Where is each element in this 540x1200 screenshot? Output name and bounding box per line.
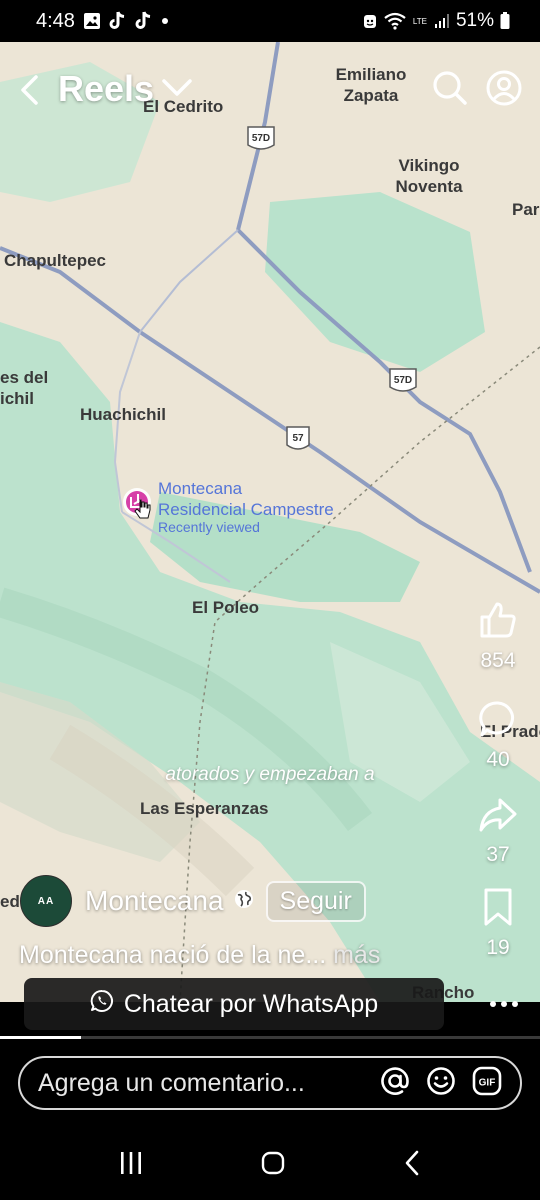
whatsapp-chat-button[interactable]: Chatear por WhatsApp: [24, 978, 444, 1030]
comment-placeholder: Agrega un comentario...: [38, 1068, 305, 1097]
map-label: Las Esperanzas: [140, 799, 269, 818]
reels-header: Reels: [0, 68, 540, 118]
back-nav-icon[interactable]: [402, 1150, 422, 1181]
side-actions: 854 40 37 19: [468, 600, 528, 960]
tiktok-icon: [109, 11, 127, 31]
author-name[interactable]: Montecana: [85, 885, 224, 917]
comment-count: 40: [486, 748, 510, 771]
highway-shield-57: 57: [286, 426, 310, 450]
battery-level: 51%: [455, 10, 494, 31]
map-label: El Poleo: [192, 598, 260, 617]
status-bar: 4:48 LTE 51%: [0, 0, 540, 42]
bookmark-icon: [482, 887, 514, 932]
reels-title[interactable]: Reels: [58, 68, 154, 110]
share-button[interactable]: 37: [468, 796, 528, 867]
network-label: LTE: [412, 16, 427, 26]
place-name: Montecana Residencial Campestre: [158, 479, 334, 519]
status-time: 4:48: [36, 9, 75, 32]
highway-shield-57d: 57D: [247, 126, 275, 150]
map-label: Huachichil: [80, 405, 166, 424]
reel-description[interactable]: Montecana nació de la ne... más: [19, 941, 380, 970]
thumbs-up-icon: [478, 600, 518, 645]
shield-label: 57D: [394, 375, 412, 386]
comment-input[interactable]: Agrega un comentario... GIF: [18, 1056, 522, 1110]
more-options-icon[interactable]: [489, 996, 519, 1014]
map-label: Chapultepec: [4, 251, 107, 270]
back-arrow-icon[interactable]: [18, 74, 40, 111]
map-label: Par: [512, 200, 540, 219]
whatsapp-icon: [90, 989, 114, 1020]
gif-icon[interactable]: GIF: [472, 1066, 502, 1101]
comment-button[interactable]: 40: [468, 699, 528, 772]
like-button[interactable]: 854: [468, 600, 528, 673]
emoji-icon[interactable]: [426, 1066, 456, 1101]
like-count: 854: [480, 649, 516, 672]
save-button[interactable]: 19: [468, 887, 528, 960]
signal-icon: [434, 13, 450, 29]
shield-label: 57: [292, 433, 304, 444]
mention-icon[interactable]: [380, 1066, 410, 1101]
avatar-text: AA: [37, 895, 55, 907]
chevron-down-icon[interactable]: [160, 76, 194, 103]
home-icon[interactable]: [260, 1150, 286, 1181]
svg-text:GIF: GIF: [479, 1077, 496, 1088]
system-nav-bar: [0, 1130, 540, 1200]
reel-video[interactable]: 57D 57D 57 Emiliano Zapata El Cedrito Vi…: [0, 42, 540, 1002]
profile-icon[interactable]: [486, 70, 522, 111]
whatsapp-label: Chatear por WhatsApp: [123, 989, 379, 1018]
battery-icon: [500, 12, 510, 30]
more-link[interactable]: más: [333, 941, 380, 969]
description-text: Montecana nació de la ne...: [19, 941, 327, 969]
avatar[interactable]: AA: [20, 875, 72, 927]
shield-label: 57D: [252, 133, 270, 144]
gallery-icon: [83, 12, 101, 30]
video-progress-bar[interactable]: [0, 1036, 540, 1039]
recent-apps-icon[interactable]: [118, 1150, 144, 1181]
highway-shield-57d: 57D: [389, 368, 417, 392]
globe-icon: [234, 889, 254, 914]
share-count: 37: [486, 843, 510, 866]
share-arrow-icon: [478, 796, 518, 839]
place-status: Recently viewed: [158, 519, 260, 535]
video-progress-fill: [0, 1036, 81, 1039]
alarm-icon: [362, 12, 378, 30]
comment-bubble-icon: [478, 699, 518, 744]
search-icon[interactable]: [432, 70, 468, 111]
follow-button[interactable]: Seguir: [265, 880, 366, 922]
notification-dot-icon: [161, 17, 169, 25]
save-count: 19: [486, 936, 510, 959]
tiktok-icon: [135, 11, 153, 31]
video-caption: atorados y empezaban a: [165, 764, 375, 785]
wifi-icon: [384, 12, 406, 30]
author-row: AA Montecana Seguir: [20, 874, 366, 928]
map-label: Vikingo Noventa: [395, 156, 463, 196]
map-label: es del ichil: [0, 368, 49, 408]
